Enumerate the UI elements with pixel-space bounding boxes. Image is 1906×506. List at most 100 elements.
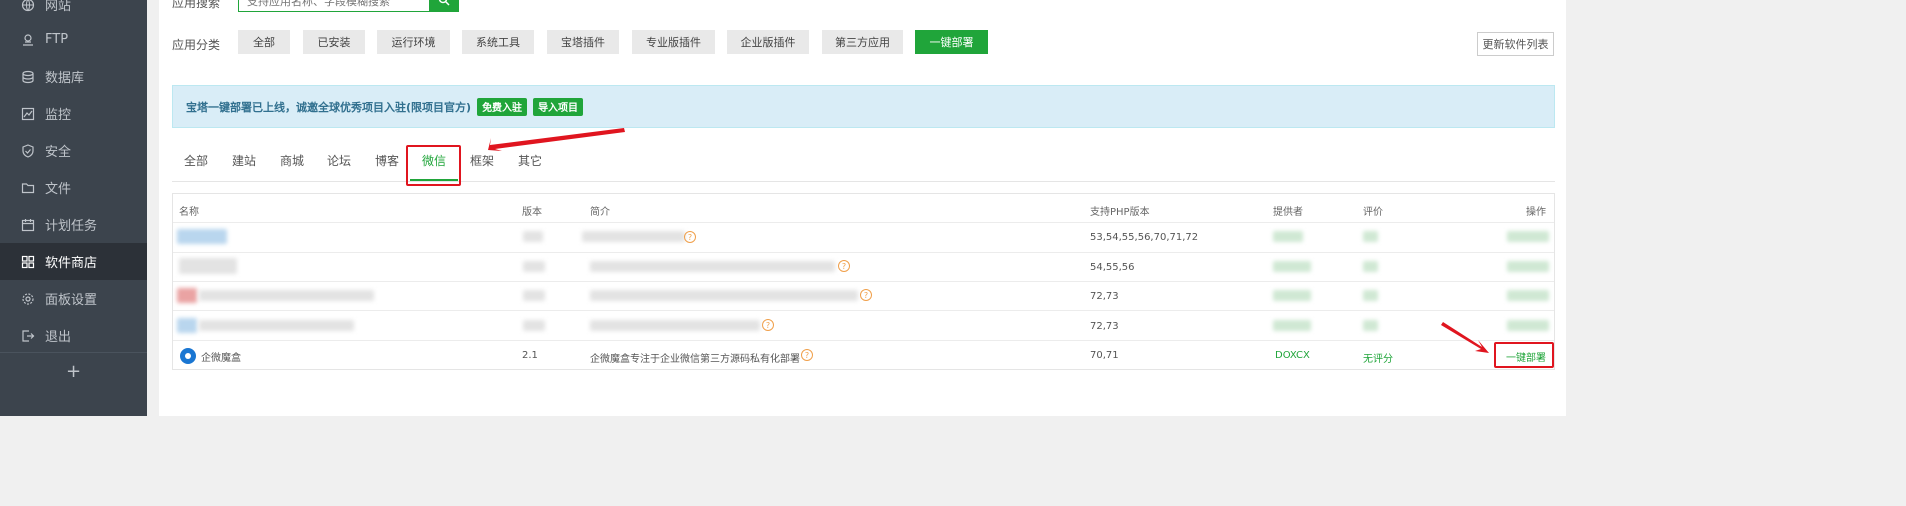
header-provider: 提供者 [1273, 207, 1303, 218]
sidebar-item-label: 安全 [45, 145, 72, 160]
search-input[interactable] [239, 0, 429, 11]
redacted-description [582, 231, 685, 242]
folder-icon [21, 181, 35, 195]
redacted-description [590, 290, 858, 301]
redacted-rating [1363, 320, 1378, 331]
sidebar-item-files[interactable]: 文件 [0, 169, 147, 206]
ftp-icon [21, 33, 35, 47]
help-icon[interactable]: ? [860, 289, 872, 301]
annotation-box-wechat-tab [406, 145, 461, 186]
row-divider [173, 340, 1554, 341]
sidebar-item-security[interactable]: 安全 [0, 132, 147, 169]
category-all[interactable]: 全部 [238, 30, 290, 54]
app-rating: 无评分 [1363, 354, 1393, 365]
search-input-wrapper [238, 0, 430, 12]
tab-all[interactable]: 全部 [184, 152, 208, 169]
deploy-notice-banner: 宝塔一键部署已上线，诚邀全球优秀项目入驻(限项目官方) 免费入驻 导入项目 [172, 85, 1555, 128]
redacted-app-name [179, 258, 237, 274]
add-shortcut-button[interactable]: + [0, 352, 147, 390]
shield-icon [21, 143, 35, 158]
app-provider[interactable]: DOXCX [1275, 350, 1310, 361]
redacted-provider [1273, 231, 1303, 242]
header-rating: 评价 [1363, 207, 1383, 218]
row-php-versions: 72,73 [1090, 321, 1119, 332]
tab-framework[interactable]: 框架 [470, 152, 494, 169]
help-icon[interactable]: ? [684, 231, 696, 243]
annotation-box-deploy-link [1494, 342, 1554, 368]
category-pro-plugins[interactable]: 专业版插件 [632, 30, 715, 54]
category-system-tools[interactable]: 系统工具 [462, 30, 534, 54]
app-version: 2.1 [522, 350, 538, 361]
row-divider [173, 222, 1554, 223]
row-php-versions: 54,55,56 [1090, 262, 1135, 273]
redacted-action [1507, 261, 1549, 272]
redacted-action [1507, 320, 1549, 331]
redacted-provider [1273, 261, 1311, 272]
sidebar-item-database[interactable]: 数据库 [0, 58, 147, 95]
header-php-version: 支持PHP版本 [1090, 207, 1150, 218]
grid-icon [21, 255, 35, 269]
sidebar-item-label: 数据库 [45, 71, 85, 86]
redacted-version [523, 261, 545, 272]
category-label: 应用分类 [172, 38, 221, 52]
search-icon [438, 0, 450, 9]
header-actions: 操作 [1526, 207, 1546, 218]
gear-icon [21, 292, 35, 306]
redacted-app-name [177, 229, 227, 244]
help-icon[interactable]: ? [838, 260, 850, 272]
redacted-action [1507, 290, 1549, 301]
sidebar-item-label: 计划任务 [45, 219, 98, 234]
header-name: 名称 [179, 207, 199, 218]
sidebar-item-label: 面板设置 [45, 293, 98, 308]
redacted-rating [1363, 231, 1378, 242]
sidebar-item-label: 网站 [45, 0, 72, 14]
sidebar-item-label: 监控 [45, 108, 72, 123]
app-logo-icon [180, 348, 196, 364]
import-project-button[interactable]: 导入项目 [533, 97, 584, 116]
sidebar-item-logout[interactable]: 退出 [0, 317, 147, 354]
sidebar-item-website[interactable]: 网站 [0, 0, 147, 23]
help-icon[interactable]: ? [762, 319, 774, 331]
category-enterprise-plugins[interactable]: 企业版插件 [727, 30, 809, 54]
redacted-app-name [199, 290, 374, 301]
sidebar-item-monitor[interactable]: 监控 [0, 95, 147, 132]
header-description: 简介 [590, 207, 610, 218]
sidebar-item-label: 文件 [45, 182, 72, 197]
redacted-app-name [199, 320, 354, 331]
app-name: 企微魔盒 [201, 353, 241, 364]
category-bt-plugins[interactable]: 宝塔插件 [547, 30, 619, 54]
search-label: 应用搜索 [172, 0, 221, 10]
tab-mall[interactable]: 商城 [280, 152, 304, 169]
category-runtime[interactable]: 运行环境 [377, 30, 450, 54]
category-one-click-deploy[interactable]: 一键部署 [915, 30, 988, 54]
tab-other[interactable]: 其它 [518, 152, 542, 169]
redacted-version [523, 290, 545, 301]
sidebar-item-panel-settings[interactable]: 面板设置 [0, 280, 147, 317]
category-installed[interactable]: 已安装 [303, 30, 365, 54]
refresh-software-list-button[interactable]: 更新软件列表 [1477, 32, 1554, 56]
tab-divider [172, 181, 1555, 182]
redacted-version [523, 320, 545, 331]
redacted-provider [1273, 320, 1311, 331]
row-divider [173, 281, 1554, 282]
tab-blog[interactable]: 博客 [375, 152, 399, 169]
tab-website[interactable]: 建站 [232, 152, 256, 169]
redacted-rating [1363, 290, 1378, 301]
calendar-icon [21, 218, 35, 232]
sidebar-item-ftp[interactable]: FTP [0, 21, 147, 58]
help-icon[interactable]: ? [801, 349, 813, 361]
header-version: 版本 [522, 207, 542, 218]
row-divider [173, 310, 1554, 311]
redacted-rating [1363, 261, 1378, 272]
sidebar-item-cron[interactable]: 计划任务 [0, 206, 147, 243]
sidebar-item-software-store[interactable]: 软件商店 [0, 243, 147, 280]
tab-forum[interactable]: 论坛 [327, 152, 351, 169]
free-join-button[interactable]: 免费入驻 [477, 97, 528, 116]
app-description: 企微魔盒专注于企业微信第三方源码私有化部署 [590, 354, 800, 365]
search-button[interactable] [429, 0, 459, 12]
app-php-versions: 70,71 [1090, 350, 1119, 361]
category-third-party[interactable]: 第三方应用 [822, 30, 903, 54]
sidebar-item-label: 退出 [45, 330, 72, 345]
logout-icon [21, 329, 35, 343]
redacted-description [590, 320, 760, 331]
